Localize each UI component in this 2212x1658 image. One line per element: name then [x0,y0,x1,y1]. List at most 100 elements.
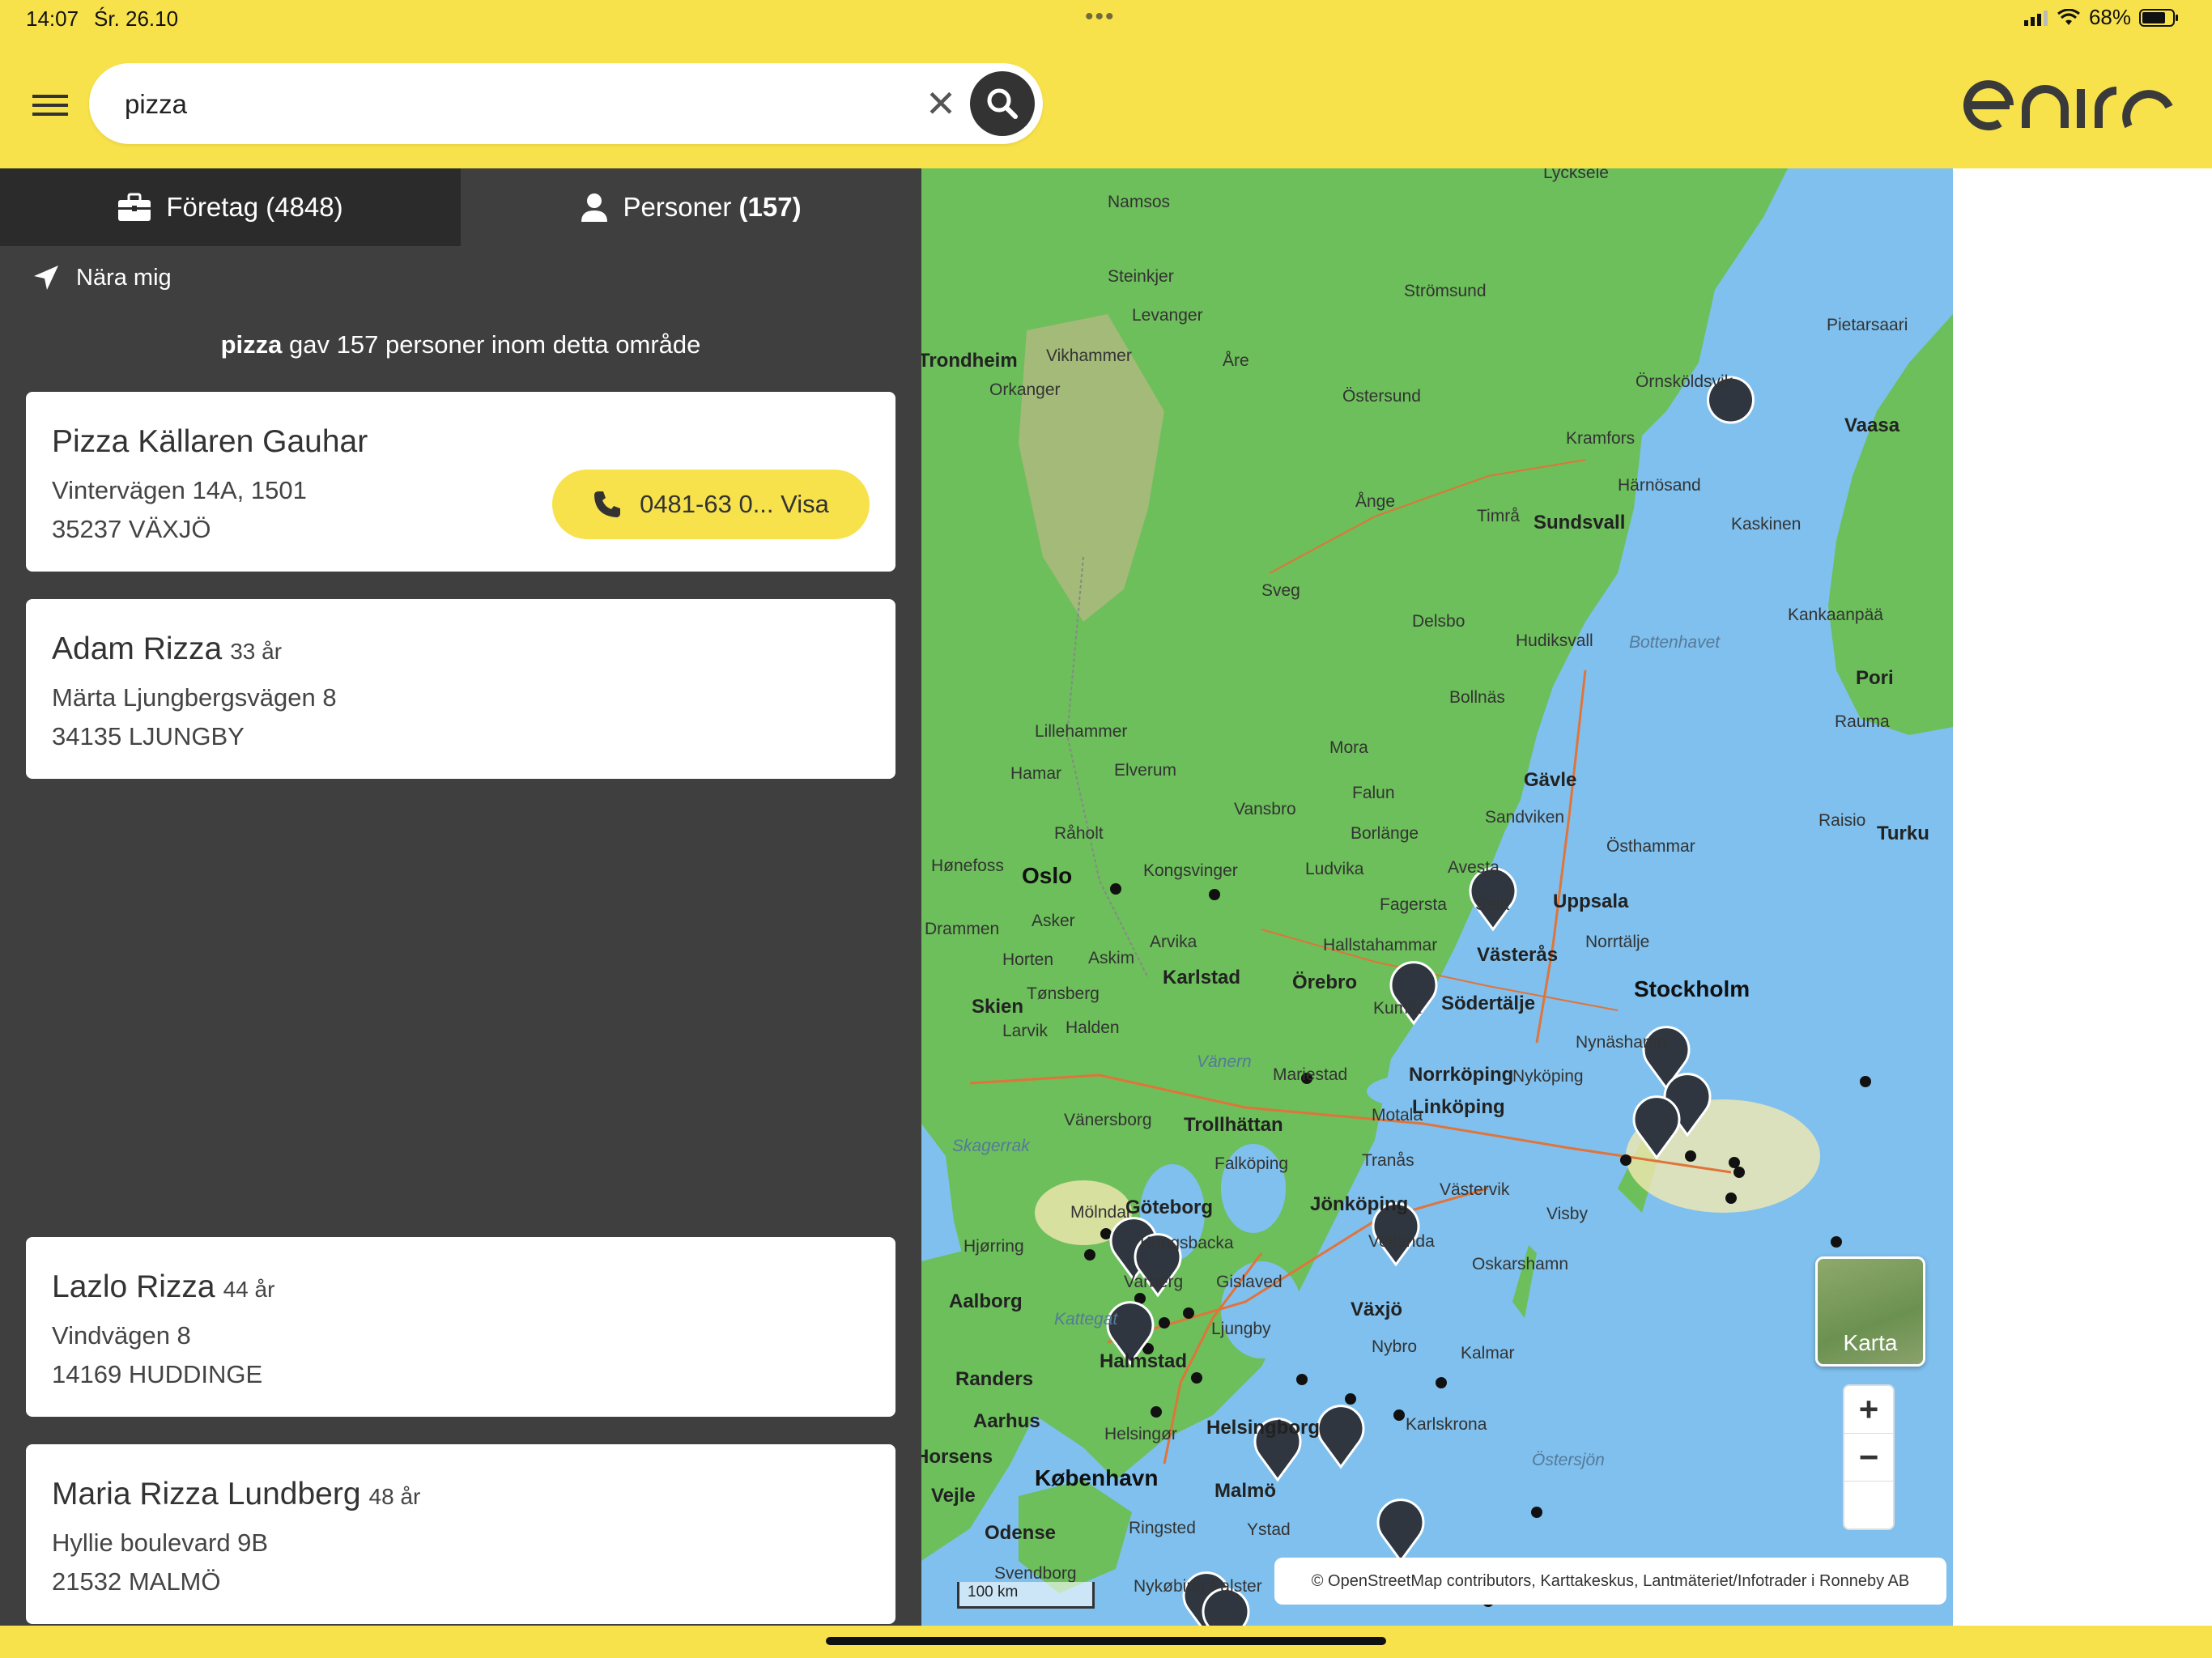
map-label: Borlänge [1351,824,1419,843]
map-label: Steinkjer [1108,267,1174,286]
map-label: Odense [985,1522,1057,1544]
map-label: Falun [1352,784,1395,802]
map-label: Tønsberg [1027,984,1100,1003]
call-button[interactable]: 0481-63 0... Visa [552,470,870,539]
map-label: Tranås [1362,1151,1414,1170]
battery-percent: 68% [2088,5,2131,29]
map-label: Linköping [1412,1096,1505,1118]
map-label: Levanger [1132,306,1203,325]
map-label: Hamar [1010,764,1062,783]
map-label: Delsbo [1412,612,1465,631]
map-label: Karlskrona [1406,1415,1487,1434]
call-button-label: 0481-63 0... Visa [640,490,829,518]
map-label: Larvik [1002,1022,1049,1040]
result-card[interactable]: Lazlo Rizza 44 år Vindvägen 8 14169 HUDDI… [26,1237,895,1417]
status-time: 14:07 [26,6,79,31]
map-label: Pori [1856,667,1894,689]
map-label: Örnsköldsvik [1636,372,1733,391]
map-label: Östersund [1342,387,1421,406]
result-name: Pizza Källaren Gauhar [52,424,368,459]
search-button[interactable] [970,71,1035,136]
near-me-button[interactable]: Nära mig [32,264,172,291]
map-label: Sandviken [1485,808,1565,827]
map-label: Varberg [1124,1273,1184,1291]
results-panel: Företag (4848) Personer (157) Nära mig p… [0,168,921,1626]
map-label: Gislaved [1216,1273,1283,1291]
map-label: Turku [1877,823,1929,844]
map-label: Vetlanda [1368,1232,1435,1251]
results-summary: pizza gav 157 personer inom detta område [0,330,921,359]
map-label: Strömsund [1404,282,1487,300]
right-blank-area [1953,168,2212,1626]
result-city: 21532 MALMÖ [52,1567,221,1596]
map-label: Bollnäs [1449,688,1505,707]
map-label: Örebro [1292,971,1358,993]
signal-icon [2023,10,2048,26]
map-label: Askim [1088,949,1135,967]
result-card[interactable]: Pizza Källaren Gauhar Vintervägen 14A, 1… [26,392,895,572]
map-label: Elverum [1114,761,1177,780]
summary-text: gav 157 personer inom detta område [282,330,701,359]
map-label: Bottenhavet [1629,633,1721,652]
map-label: Jönköping [1310,1193,1409,1215]
map-label: Göteborg [1125,1197,1213,1218]
zoom-controls: + − [1843,1384,1895,1530]
tab-persons[interactable]: Personer (157) [461,168,921,246]
map-label: Södertälje [1441,993,1536,1014]
search-icon [987,88,1018,119]
map-label: Hønefoss [931,857,1004,875]
map-label: Västervik [1440,1180,1510,1199]
clear-icon[interactable]: ✕ [915,78,967,130]
status-right: 68% [2023,5,2180,30]
tab-persons-count: (157) [738,192,802,222]
map-label: Vänern [1197,1052,1252,1071]
result-city: 35237 VÄXJÖ [52,515,211,543]
map-label: Norrköping [1409,1064,1514,1086]
map-label: Vejle [931,1485,976,1507]
search-input[interactable] [123,81,855,128]
result-city: 34135 LJUNGBY [52,722,245,750]
map-label: Avesta [1448,858,1499,877]
map-label: Nynäshamn [1576,1033,1667,1052]
zoom-out-button[interactable]: − [1844,1434,1893,1482]
map-label: Kattegat [1054,1310,1118,1329]
map-label: Åre [1223,351,1249,370]
map-label: Randers [955,1368,1034,1390]
map-label: Nyköping [1512,1067,1584,1086]
map-label: Trollhättan [1184,1114,1283,1136]
map-label: Aarhus [973,1410,1040,1432]
map-label: Västerås [1477,944,1559,966]
result-card[interactable]: Maria Rizza Lundberg 48 år Hyllie bouleva… [26,1444,895,1624]
tab-companies[interactable]: Företag (4848) [0,168,461,246]
result-city: 14169 HUDDINGE [52,1360,263,1388]
result-card[interactable]: Adam Rizza 33 år Märta Ljungbergsvägen 8 … [26,599,895,779]
multitasking-dots-icon[interactable]: ••• [1085,3,1116,31]
eniro-logo[interactable] [1963,70,2173,138]
result-age: 44 år [223,1277,275,1302]
zoom-in-button[interactable]: + [1844,1386,1893,1434]
map-attribution[interactable]: © OpenStreetMap contributors, Karttakesk… [1274,1558,1946,1605]
result-address: Hyllie boulevard 9B [52,1528,269,1557]
map-layer-label: Karta [1843,1330,1898,1355]
map-view[interactable]: Lycksele Namsos Steinkjer Levanger Ström… [921,168,1953,1626]
home-indicator[interactable] [826,1637,1386,1645]
map-label: Ludvika [1305,860,1364,878]
map-label: Östersjön [1532,1451,1605,1469]
map-label: Hallstahammar [1323,936,1438,954]
map-label: Gävle [1524,769,1577,791]
result-age: 48 år [368,1484,421,1509]
location-arrow-icon [34,266,58,290]
map-label: Malmö [1214,1480,1277,1502]
map-label: Ånge [1355,492,1396,511]
map-label: Skien [972,996,1024,1018]
map-label: Kankaanpää [1788,606,1883,624]
map-scale: 100 km [957,1582,1095,1609]
hamburger-menu-icon[interactable] [32,89,68,117]
person-icon [581,193,608,222]
map-label: Nybro [1372,1337,1418,1356]
map-layer-button[interactable]: Karta [1815,1256,1925,1367]
result-tabs: Företag (4848) Personer (157) [0,168,921,246]
search-bar: ✕ [89,63,1043,144]
map-label: København [1035,1465,1159,1490]
result-address: Vindvägen 8 [52,1321,191,1350]
